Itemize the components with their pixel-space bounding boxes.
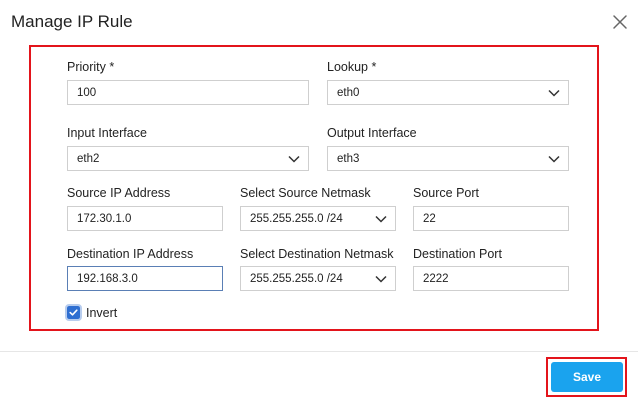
close-button[interactable]: [610, 12, 630, 32]
chevron-down-icon: [548, 155, 560, 163]
priority-label: Priority *: [67, 60, 115, 74]
source-ip-label: Source IP Address: [67, 186, 171, 200]
chevron-down-icon: [548, 89, 560, 97]
output-interface-select[interactable]: eth3: [327, 146, 569, 171]
save-button[interactable]: Save: [551, 362, 623, 392]
source-netmask-select-value: 255.255.255.0 /24: [250, 212, 343, 225]
destination-ip-input[interactable]: 192.168.3.0: [67, 266, 223, 291]
source-ip-input[interactable]: 172.30.1.0: [67, 206, 223, 231]
source-port-label: Source Port: [413, 186, 480, 200]
source-netmask-label: Select Source Netmask: [240, 186, 371, 200]
dialog-header: Manage IP Rule: [0, 0, 638, 46]
destination-netmask-select[interactable]: 255.255.255.0 /24: [240, 266, 396, 291]
chevron-down-icon: [288, 155, 300, 163]
invert-label[interactable]: Invert: [86, 306, 117, 320]
destination-port-label: Destination Port: [413, 247, 502, 261]
checkbox-checked: [65, 304, 82, 321]
priority-input[interactable]: 100: [67, 80, 309, 105]
source-port-input[interactable]: 22: [413, 206, 569, 231]
lookup-label: Lookup *: [327, 60, 377, 74]
input-interface-label: Input Interface: [67, 126, 147, 140]
destination-port-input[interactable]: 2222: [413, 266, 569, 291]
chevron-down-icon: [375, 275, 387, 283]
input-interface-select[interactable]: eth2: [67, 146, 309, 171]
check-icon: [69, 309, 78, 316]
lookup-select-value: eth0: [337, 86, 360, 99]
destination-netmask-label: Select Destination Netmask: [240, 247, 394, 261]
input-interface-select-value: eth2: [77, 152, 100, 165]
destination-ip-label: Destination IP Address: [67, 247, 194, 261]
source-netmask-select[interactable]: 255.255.255.0 /24: [240, 206, 396, 231]
footer-divider: [0, 351, 638, 352]
output-interface-select-value: eth3: [337, 152, 360, 165]
close-icon: [613, 15, 627, 29]
destination-netmask-select-value: 255.255.255.0 /24: [250, 272, 343, 285]
output-interface-label: Output Interface: [327, 126, 417, 140]
invert-checkbox[interactable]: [65, 304, 82, 321]
lookup-select[interactable]: eth0: [327, 80, 569, 105]
dialog-title: Manage IP Rule: [11, 12, 133, 31]
chevron-down-icon: [375, 215, 387, 223]
